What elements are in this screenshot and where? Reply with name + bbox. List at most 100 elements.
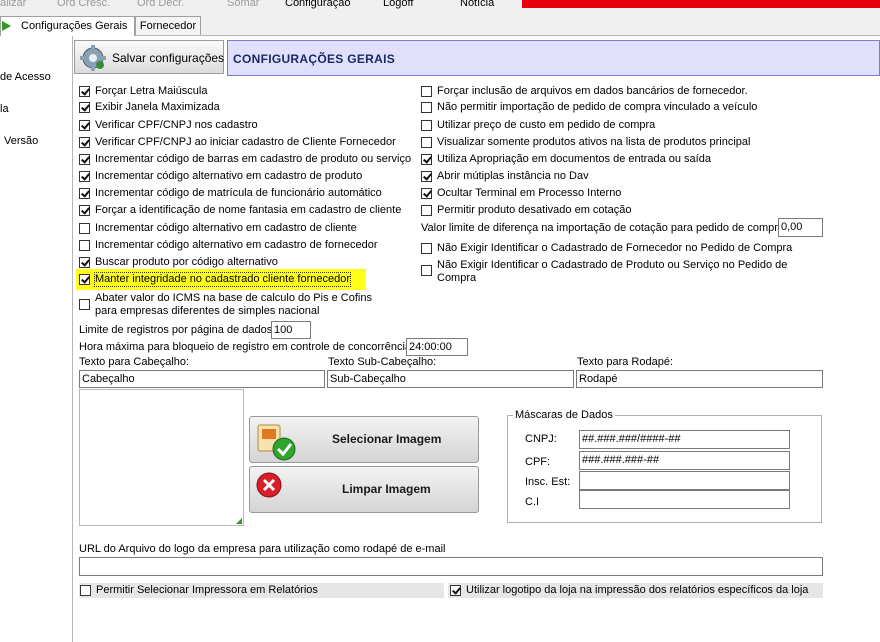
mask-insc-est-label: Insc. Est: xyxy=(525,476,571,488)
mask-cnpj-input[interactable]: ##.###.###/####-## xyxy=(579,430,790,449)
save-button[interactable]: Salvar configurações xyxy=(74,40,224,74)
delete-icon xyxy=(256,472,282,498)
option-abater-icms[interactable]: Abater valor do ICMS na base de calculo … xyxy=(79,292,395,318)
checkbox[interactable] xyxy=(421,205,432,216)
sidebar-item-acesso[interactable]: de Acesso xyxy=(0,71,51,83)
resize-grip-icon xyxy=(236,518,242,524)
tab-fornecedor[interactable]: Fornecedor xyxy=(135,16,201,35)
checkbox[interactable] xyxy=(79,257,90,268)
tab-configuracoes-gerais[interactable]: Configurações Gerais xyxy=(0,16,135,36)
footer-text-label: Texto para Rodapé: xyxy=(577,356,674,368)
limit-diff-input[interactable]: 0,00 xyxy=(778,218,823,237)
save-button-label: Salvar configurações xyxy=(112,51,225,65)
option-codigo-barras[interactable]: Incrementar código de barras em cadastro… xyxy=(79,153,411,166)
checkbox[interactable] xyxy=(450,585,461,596)
option-produto-desativado[interactable]: Permitir produto desativado em cotação xyxy=(421,204,631,217)
checkbox[interactable] xyxy=(421,171,432,182)
menu-item-noticia[interactable]: Notícia xyxy=(460,0,494,9)
image-check-icon xyxy=(257,424,296,461)
option-janela-maximizada[interactable]: Exibir Janela Maximizada xyxy=(79,101,220,114)
checkbox[interactable] xyxy=(79,240,90,251)
footer-text-input[interactable]: Rodapé xyxy=(576,370,823,388)
menu-item-ord-cresc[interactable]: Ord Cresc. xyxy=(57,0,110,9)
sidebar-item-la[interactable]: la xyxy=(0,103,9,115)
option-forcar-maiuscula[interactable]: Forçar Letra Maiúscula xyxy=(79,85,208,98)
option-matricula-funcionario[interactable]: Incrementar código de matrícula de funci… xyxy=(79,187,382,200)
mask-cpf-input[interactable]: ###.###.###-## xyxy=(579,451,790,470)
sidebar: de Acesso la Versão xyxy=(0,36,73,642)
gear-icon xyxy=(80,45,106,71)
checkbox[interactable] xyxy=(421,265,432,276)
option-logotipo-loja[interactable]: Utilizar logotipo da loja na impressão d… xyxy=(450,584,808,597)
checkbox[interactable] xyxy=(79,223,90,234)
select-image-button[interactable]: Selecionar Imagem xyxy=(249,416,479,463)
mask-cpf-label: CPF: xyxy=(525,456,551,468)
mask-ci-label: C.I xyxy=(525,496,540,508)
option-buscar-codigo-alternativo[interactable]: Buscar produto por código alternativo xyxy=(79,256,278,269)
max-time-input[interactable]: 24:00:00 xyxy=(406,338,468,356)
option-nao-exigir-fornecedor[interactable]: Não Exigir Identificar o Cadastrado de F… xyxy=(421,242,792,255)
option-apropriacao[interactable]: Utiliza Apropriação em documentos de ent… xyxy=(421,153,711,166)
clear-image-button[interactable]: Limpar Imagem xyxy=(249,466,479,513)
menu-item-configuracao[interactable]: Configuração xyxy=(285,0,350,9)
menu-item-logoff[interactable]: Logoff xyxy=(383,0,413,9)
checkbox[interactable] xyxy=(79,274,90,285)
mask-ci-input[interactable] xyxy=(579,490,790,509)
checkbox[interactable] xyxy=(421,102,432,113)
checkbox[interactable] xyxy=(421,188,432,199)
option-produtos-ativos[interactable]: Visualizar somente produtos ativos na li… xyxy=(421,136,750,149)
menu-item-ord-decr[interactable]: Ord Decr. xyxy=(137,0,184,9)
checkbox[interactable] xyxy=(79,137,90,148)
logo-url-input[interactable] xyxy=(79,557,823,576)
checkbox[interactable] xyxy=(79,86,90,97)
option-manter-integridade[interactable]: Manter integridade no cadastrado cliente… xyxy=(76,269,366,290)
option-incluir-arquivos-bancarios[interactable]: Forçar inclusão de arquivos em dados ban… xyxy=(421,85,748,98)
option-verificar-cpf-fornecedor[interactable]: Verificar CPF/CNPJ ao iniciar cadastro d… xyxy=(79,136,396,149)
mask-insc-est-input[interactable] xyxy=(579,471,790,490)
logo-image-box[interactable] xyxy=(79,389,244,526)
menu-item-somar[interactable]: Somar xyxy=(227,0,259,9)
checkbox[interactable] xyxy=(79,205,90,216)
option-ocultar-terminal[interactable]: Ocultar Terminal em Processo Interno xyxy=(421,187,621,200)
tab-strip: Configurações Gerais Fornecedor xyxy=(0,10,880,36)
logo-url-label: URL do Arquivo do logo da empresa para u… xyxy=(79,543,446,555)
checkbox[interactable] xyxy=(79,120,90,131)
header-text-label: Texto para Cabeçalho: xyxy=(79,356,190,368)
option-codigo-alternativo-produto[interactable]: Incrementar código alternativo em cadast… xyxy=(79,170,362,183)
checkbox[interactable] xyxy=(79,102,90,113)
option-preco-custo[interactable]: Utilizar preço de custo em pedido de com… xyxy=(421,119,655,132)
checkbox[interactable] xyxy=(421,137,432,148)
checkbox[interactable] xyxy=(79,188,90,199)
tab-label: Configurações Gerais xyxy=(21,20,128,32)
mask-cnpj-label: CNPJ: xyxy=(525,433,557,445)
clear-image-label: Limpar Imagem xyxy=(342,482,431,496)
alert-bar xyxy=(522,0,880,8)
checkbox[interactable] xyxy=(79,171,90,182)
checkbox[interactable] xyxy=(79,154,90,165)
checkbox[interactable] xyxy=(421,86,432,97)
option-nao-exigir-produto[interactable]: Não Exigir Identificar o Cadastrado de P… xyxy=(421,259,797,285)
option-selecionar-impressora[interactable]: Permitir Selecionar Impressora em Relató… xyxy=(80,584,318,597)
checkbox[interactable] xyxy=(79,299,90,310)
option-nao-permitir-importacao-veiculo[interactable]: Não permitir importação de pedido de com… xyxy=(421,101,757,114)
checkbox[interactable] xyxy=(421,243,432,254)
option-codigo-alternativo-fornecedor[interactable]: Incrementar código alternativo em cadast… xyxy=(79,239,378,252)
page-title: CONFIGURAÇÕES GERAIS xyxy=(233,52,396,66)
menu-item-atualizar[interactable]: alizar xyxy=(0,0,26,9)
option-nome-fantasia[interactable]: Forçar a identificação de nome fantasia … xyxy=(79,204,401,217)
arrow-right-icon xyxy=(2,21,11,31)
select-image-label: Selecionar Imagem xyxy=(332,432,442,446)
limit-diff-label: Valor limite de diferença na importação … xyxy=(421,222,788,234)
checkbox[interactable] xyxy=(421,154,432,165)
records-limit-input[interactable]: 100 xyxy=(271,321,311,339)
option-verificar-cpf[interactable]: Verificar CPF/CNPJ nos cadastro xyxy=(79,119,258,132)
masks-legend: Máscaras de Dados xyxy=(513,409,615,421)
max-time-label: Hora máxima para bloqueio de registro em… xyxy=(79,341,415,353)
checkbox[interactable] xyxy=(80,585,91,596)
sidebar-item-versao[interactable]: Versão xyxy=(4,135,38,147)
checkbox[interactable] xyxy=(421,120,432,131)
subheader-text-input[interactable]: Sub-Cabeçalho xyxy=(327,370,574,388)
option-codigo-alternativo-cliente[interactable]: Incrementar código alternativo em cadast… xyxy=(79,222,357,235)
header-text-input[interactable]: Cabeçalho xyxy=(79,370,325,388)
option-multiplas-instancias[interactable]: Abrir mútiplas instância no Dav xyxy=(421,170,589,183)
